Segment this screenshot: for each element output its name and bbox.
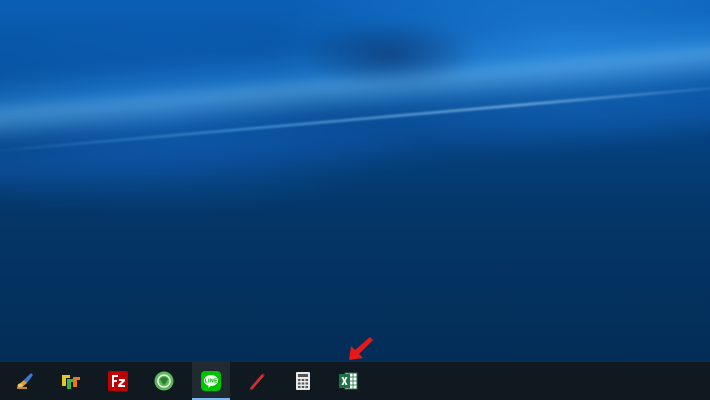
line-messenger-icon: LINE — [201, 371, 221, 391]
paint-tool-icon — [17, 373, 33, 389]
green-globe-icon — [154, 371, 174, 391]
taskbar-app-ffftp[interactable] — [52, 362, 90, 400]
taskbar-app-paint-tool[interactable] — [6, 362, 44, 400]
taskbar-app-globe[interactable] — [145, 362, 183, 400]
desktop-wallpaper — [0, 0, 710, 362]
taskbar-app-filezilla[interactable] — [99, 362, 137, 400]
line-icon-label: LINE — [205, 379, 218, 385]
red-arrow-icon — [349, 337, 373, 360]
calculator-icon — [296, 372, 310, 390]
wallpaper-smoke — [300, 20, 480, 90]
red-pen-icon — [249, 373, 265, 391]
taskbar-app-excel[interactable] — [329, 362, 367, 400]
ffftp-icon — [62, 375, 80, 389]
excel-icon — [339, 372, 358, 390]
taskbar-app-pen-tool[interactable] — [238, 362, 276, 400]
taskbar-app-line[interactable]: LINE — [192, 362, 230, 400]
taskbar: LINE — [0, 362, 710, 400]
taskbar-app-calculator[interactable] — [284, 362, 322, 400]
filezilla-icon — [108, 371, 128, 391]
